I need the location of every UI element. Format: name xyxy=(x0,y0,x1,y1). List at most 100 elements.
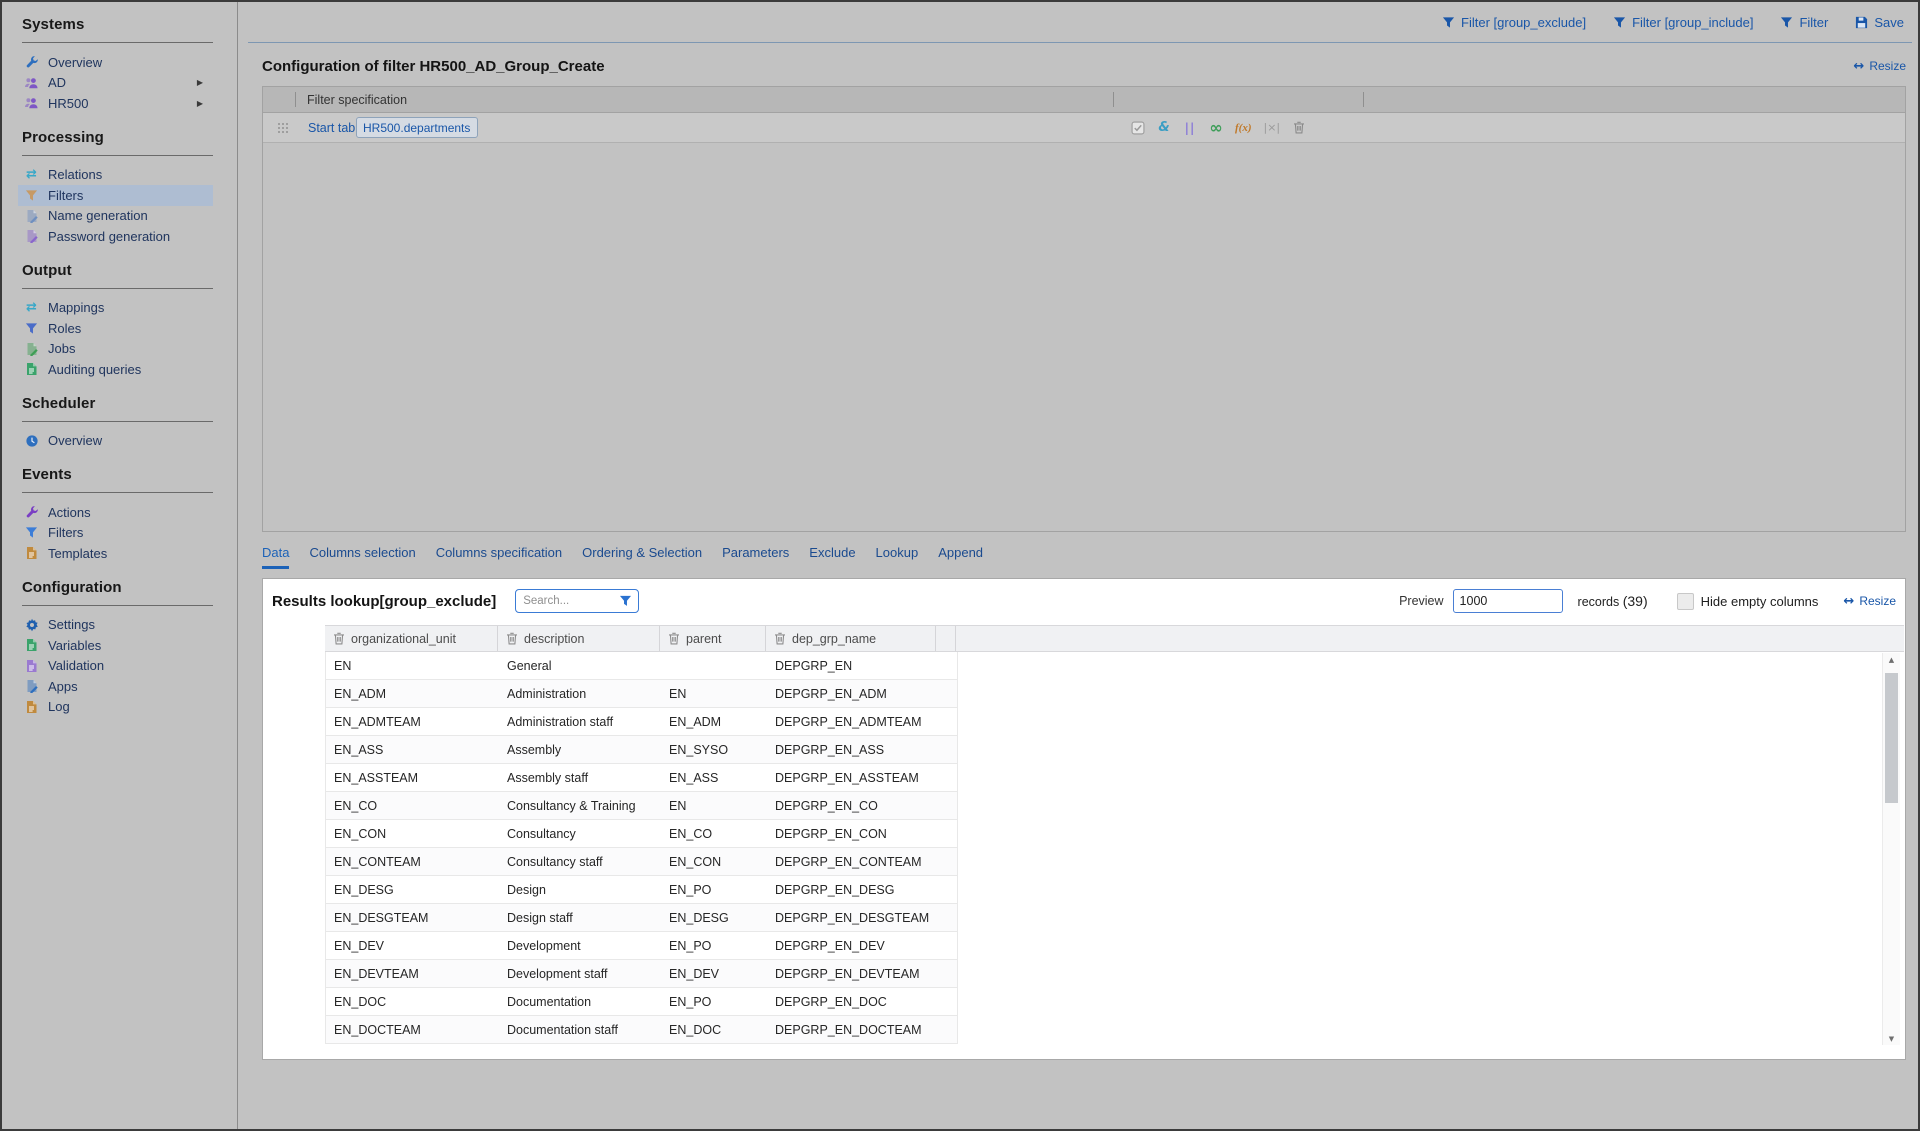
tab-lookup[interactable]: Lookup xyxy=(876,545,919,569)
funnel-icon xyxy=(1780,16,1793,29)
sidebar-item-templates[interactable]: Templates xyxy=(22,543,213,564)
sidebar-item-actions[interactable]: Actions xyxy=(22,502,213,523)
sidebar-item-roles[interactable]: Roles xyxy=(22,318,213,339)
table-row[interactable]: EN_DEVTEAMDevelopment staffEN_DEVDEPGRP_… xyxy=(326,960,957,988)
filter-group-exclude-button[interactable]: Filter [group_exclude] xyxy=(1442,15,1586,30)
column-header-parent[interactable]: parent xyxy=(660,626,766,651)
table-row[interactable]: EN_ASSTEAMAssembly staffEN_ASSDEPGRP_EN_… xyxy=(326,764,957,792)
sidebar: Systems Overview AD▶ HR500▶Processing ⇄ … xyxy=(2,2,238,1129)
start-table-select[interactable]: HR500.departments xyxy=(356,117,478,138)
table-row[interactable]: EN_DOCDocumentationEN_PODEPGRP_EN_DOC xyxy=(326,988,957,1016)
records-number: (39) xyxy=(1623,593,1648,609)
sidebar-item-auditing-queries[interactable]: Auditing queries xyxy=(22,359,213,380)
cell-parent: EN xyxy=(661,799,767,813)
sidebar-item-name-generation[interactable]: Name generation xyxy=(22,206,213,227)
sidebar-section-systems: Systems Overview AD▶ HR500▶ xyxy=(22,16,237,114)
trash-icon[interactable] xyxy=(506,632,518,645)
sidebar-item-log[interactable]: Log xyxy=(22,697,213,718)
preview-input[interactable] xyxy=(1453,589,1563,613)
sidebar-item-mappings[interactable]: ⇄ Mappings xyxy=(22,298,213,319)
fx-icon[interactable]: f(x) xyxy=(1235,120,1252,136)
table-row[interactable]: EN_ADMTEAMAdministration staffEN_ADMDEPG… xyxy=(326,708,957,736)
trash-icon[interactable] xyxy=(333,632,345,645)
link-icon[interactable]: ∞ xyxy=(1209,120,1223,136)
column-label: dep_grp_name xyxy=(792,632,876,646)
scroll-down-button[interactable]: ▼ xyxy=(1883,1032,1900,1045)
table-row[interactable]: ENGeneralDEPGRP_EN xyxy=(326,652,957,680)
sidebar-item-validation[interactable]: Validation xyxy=(22,656,213,677)
cell-parent: EN_PO xyxy=(661,995,767,1009)
cell-parent: EN_CON xyxy=(661,855,767,869)
table-row[interactable]: EN_DESGDesignEN_PODEPGRP_EN_DESG xyxy=(326,876,957,904)
cell-organizational-unit: EN_DEV xyxy=(326,939,499,953)
filter-group-include-button[interactable]: Filter [group_include] xyxy=(1613,15,1753,30)
table-row[interactable]: EN_DEVDevelopmentEN_PODEPGRP_EN_DEV xyxy=(326,932,957,960)
sidebar-item-settings[interactable]: Settings xyxy=(22,615,213,636)
section-divider xyxy=(22,492,213,493)
sidebar-item-relations[interactable]: ⇄ Relations xyxy=(22,165,213,186)
delete-icon[interactable] xyxy=(1292,120,1306,136)
sidebar-item-apps[interactable]: Apps xyxy=(22,676,213,697)
table-row[interactable]: EN_DESGTEAMDesign staffEN_DESGDEPGRP_EN_… xyxy=(326,904,957,932)
tab-parameters[interactable]: Parameters xyxy=(722,545,789,569)
trash-icon[interactable] xyxy=(774,632,786,645)
sidebar-item-password-generation[interactable]: Password generation xyxy=(22,226,213,247)
table-row[interactable]: EN_COConsultancy & TrainingENDEPGRP_EN_C… xyxy=(326,792,957,820)
tab-ordering-selection[interactable]: Ordering & Selection xyxy=(582,545,702,569)
tab-bar: Data Columns selection Columns specificati… xyxy=(262,545,1906,569)
tab-data[interactable]: Data xyxy=(262,545,289,569)
resize-link-results[interactable]: ↔ Resize xyxy=(1843,594,1896,609)
column-header-organizational-unit[interactable]: organizational_unit xyxy=(325,626,498,651)
sidebar-section-configuration: Configuration Settings Variables Validat… xyxy=(22,579,237,718)
and-icon[interactable]: & xyxy=(1157,120,1171,136)
sidebar-item-filters[interactable]: Filters xyxy=(22,523,213,544)
filter-button[interactable]: Filter xyxy=(1780,15,1828,30)
sidebar-item-label: Filters xyxy=(48,188,83,203)
table-row[interactable]: EN_ADMAdministrationENDEPGRP_EN_ADM xyxy=(326,680,957,708)
cell-organizational-unit: EN_DESGTEAM xyxy=(326,911,499,925)
sidebar-item-variables[interactable]: Variables xyxy=(22,635,213,656)
trash-icon[interactable] xyxy=(668,632,680,645)
cell-parent: EN_ASS xyxy=(661,771,767,785)
cell-organizational-unit: EN_DOC xyxy=(326,995,499,1009)
cell-organizational-unit: EN_ADM xyxy=(326,687,499,701)
column-divider xyxy=(1363,92,1364,107)
or-icon[interactable]: || xyxy=(1183,120,1197,136)
cell-description: Administration xyxy=(499,687,661,701)
table-body: ENGeneralDEPGRP_ENEN_ADMAdministrationEN… xyxy=(325,652,958,1044)
page-title: Configuration of filter HR500_AD_Group_C… xyxy=(262,58,605,75)
people-icon xyxy=(24,96,39,111)
vertical-scrollbar[interactable]: ▲ ▼ xyxy=(1882,653,1900,1045)
sidebar-item-overview[interactable]: Overview xyxy=(22,431,213,452)
sidebar-item-overview[interactable]: Overview xyxy=(22,52,213,73)
sidebar-item-ad[interactable]: AD▶ xyxy=(22,73,213,94)
tab-exclude[interactable]: Exclude xyxy=(809,545,855,569)
sidebar-item-filters[interactable]: Filters xyxy=(18,185,213,206)
cell-organizational-unit: EN_DESG xyxy=(326,883,499,897)
section-divider xyxy=(22,421,213,422)
section-divider xyxy=(22,288,213,289)
table-row[interactable]: EN_CONConsultancyEN_CODEPGRP_EN_CON xyxy=(326,820,957,848)
sidebar-item-jobs[interactable]: Jobs xyxy=(22,339,213,360)
column-header-description[interactable]: description xyxy=(498,626,660,651)
checkbox-icon[interactable] xyxy=(1131,120,1145,136)
title-row: Configuration of filter HR500_AD_Group_C… xyxy=(262,54,1906,78)
search-input[interactable]: Search... xyxy=(515,589,639,613)
tab-columns-selection[interactable]: Columns selection xyxy=(309,545,415,569)
tab-columns-specification[interactable]: Columns specification xyxy=(436,545,562,569)
hide-empty-columns-checkbox[interactable] xyxy=(1677,593,1694,610)
doc-icon xyxy=(24,638,39,653)
table-row[interactable]: EN_ASSAssemblyEN_SYSODEPGRP_EN_ASS xyxy=(326,736,957,764)
table-row[interactable]: EN_DOCTEAMDocumentation staffEN_DOCDEPGR… xyxy=(326,1016,957,1044)
resize-link-top[interactable]: ↔ Resize xyxy=(1853,59,1906,74)
between-icon[interactable]: |×| xyxy=(1264,120,1281,136)
column-header-dep-grp-name[interactable]: dep_grp_name xyxy=(766,626,936,651)
table-row[interactable]: EN_CONTEAMConsultancy staffEN_CONDEPGRP_… xyxy=(326,848,957,876)
scrollbar-thumb[interactable] xyxy=(1885,673,1898,803)
sidebar-item-hr500[interactable]: HR500▶ xyxy=(22,93,213,114)
drag-grip-icon[interactable] xyxy=(277,122,288,134)
save-button[interactable]: Save xyxy=(1855,15,1904,30)
scroll-up-button[interactable]: ▲ xyxy=(1883,653,1900,666)
tab-append[interactable]: Append xyxy=(938,545,983,569)
funnel-icon xyxy=(24,321,39,336)
